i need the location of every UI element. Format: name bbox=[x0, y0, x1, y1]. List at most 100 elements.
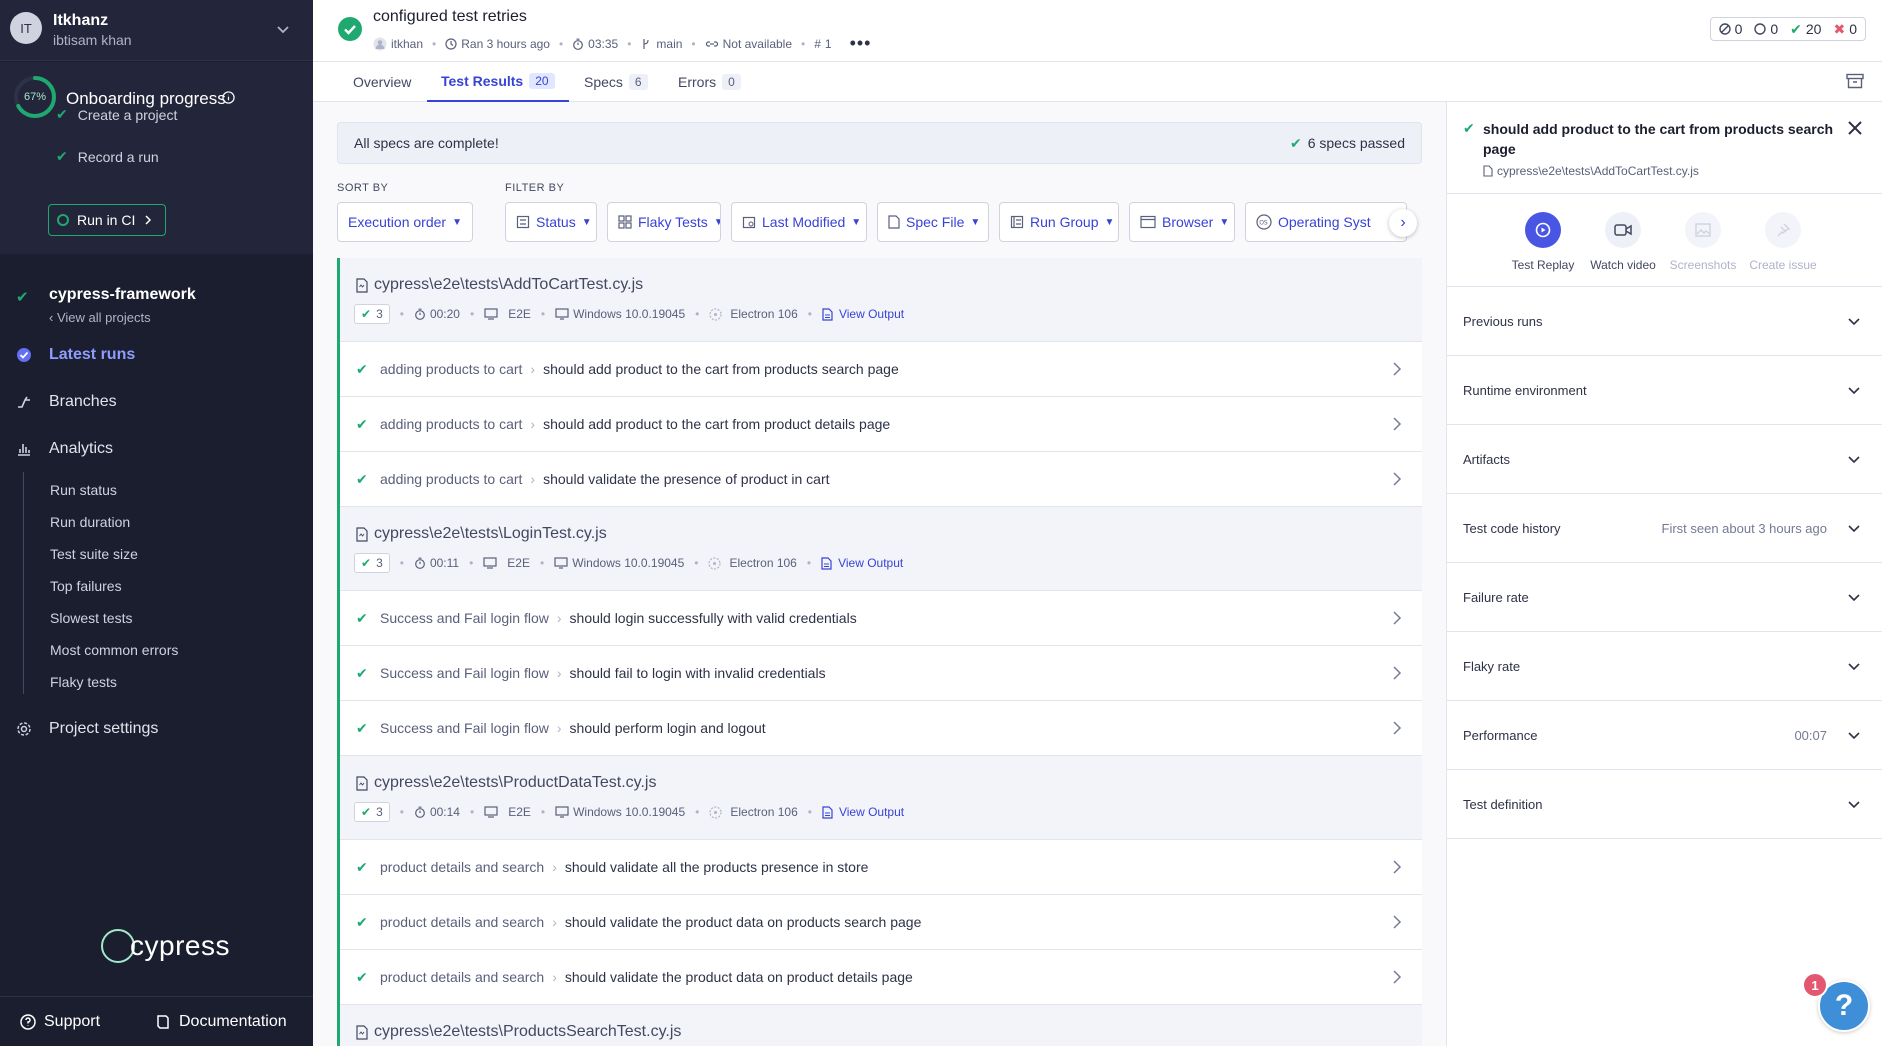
tab-errors[interactable]: Errors 0 bbox=[678, 62, 741, 102]
org-avatar: IT bbox=[10, 12, 42, 44]
filter-operating-system[interactable]: OS Operating Syst bbox=[1245, 202, 1407, 242]
chevron-down-icon[interactable] bbox=[275, 21, 291, 37]
nav-project-settings[interactable]: Project settings bbox=[0, 714, 313, 744]
accordion-label: Test code history bbox=[1463, 520, 1561, 536]
subnav-flaky-tests[interactable]: Flaky tests bbox=[50, 674, 117, 690]
analytics-subnav: Run status Run duration Test suite size … bbox=[23, 472, 283, 694]
test-row[interactable]: ✔ product details and search › should vali… bbox=[340, 950, 1422, 1005]
nav-latest-runs[interactable]: Latest runs bbox=[0, 340, 313, 370]
run-in-ci-button[interactable]: Run in CI bbox=[48, 204, 166, 236]
tab-specs[interactable]: Specs 6 bbox=[584, 62, 648, 102]
info-icon[interactable] bbox=[222, 91, 235, 104]
filter-status[interactable]: Status ▼ bbox=[505, 202, 597, 242]
chevron-down-icon: ▼ bbox=[714, 217, 720, 228]
chevron-right-icon: › bbox=[552, 914, 557, 930]
spec-group[interactable]: cypress\e2e\tests\AddToCartTest.cy.js ✔ 3… bbox=[340, 258, 1422, 342]
filter-spec-file[interactable]: Spec File ▼ bbox=[877, 202, 989, 242]
tab-label: Errors bbox=[678, 74, 717, 90]
run-branch[interactable]: main bbox=[640, 37, 682, 51]
test-row[interactable]: ✔ adding products to cart › should add pro… bbox=[340, 342, 1422, 397]
test-row[interactable]: ✔ Success and Fail login flow › should fai… bbox=[340, 646, 1422, 701]
screenshots-button[interactable]: Screenshots bbox=[1663, 212, 1743, 272]
test-row[interactable]: ✔ adding products to cart › should validat… bbox=[340, 452, 1422, 507]
create-issue-button[interactable]: Create issue bbox=[1743, 212, 1823, 272]
subnav-run-status[interactable]: Run status bbox=[50, 482, 117, 498]
watch-video-button[interactable]: Watch video bbox=[1583, 212, 1663, 272]
test-row[interactable]: ✔ Success and Fail login flow › should per… bbox=[340, 701, 1422, 756]
output-file-icon bbox=[822, 307, 833, 321]
more-options-icon[interactable]: ••• bbox=[850, 33, 872, 54]
test-row[interactable]: ✔ adding products to cart › should add pro… bbox=[340, 397, 1422, 452]
test-title: should login successfully with valid cre… bbox=[569, 610, 857, 626]
accordion-label: Flaky rate bbox=[1463, 658, 1521, 674]
archive-icon[interactable] bbox=[1846, 73, 1864, 89]
filters-scroll-right-button[interactable]: › bbox=[1389, 209, 1417, 237]
help-notification-badge: 1 bbox=[1802, 972, 1828, 998]
check-icon: ✔ bbox=[356, 968, 368, 985]
onboarding-step-create-project[interactable]: ✔ Create a project bbox=[56, 106, 177, 123]
accordion-flaky-rate[interactable]: Flaky rate bbox=[1447, 632, 1882, 701]
subnav-run-duration[interactable]: Run duration bbox=[50, 514, 130, 530]
accordion-previous-runs[interactable]: Previous runs bbox=[1447, 287, 1882, 356]
run-duration: 03:35 bbox=[572, 37, 618, 51]
branch-icon bbox=[16, 394, 32, 410]
view-output-link[interactable]: View Output bbox=[821, 556, 903, 570]
run-group-icon bbox=[1010, 215, 1024, 229]
chevron-right-icon: › bbox=[530, 471, 536, 487]
filter-last-modified[interactable]: Last Modified ▼ bbox=[731, 202, 867, 242]
tab-test-results[interactable]: Test Results 20 bbox=[427, 62, 569, 102]
accordion-test-code-history[interactable]: Test code history First seen about 3 hou… bbox=[1447, 494, 1882, 563]
accordion-failure-rate[interactable]: Failure rate bbox=[1447, 563, 1882, 632]
test-row[interactable]: ✔ Success and Fail login flow › should log… bbox=[340, 591, 1422, 646]
subnav-most-common-errors[interactable]: Most common errors bbox=[50, 642, 178, 658]
subnav-test-suite-size[interactable]: Test suite size bbox=[50, 546, 138, 562]
tab-overview[interactable]: Overview bbox=[353, 62, 411, 102]
run-meta: itkhan • Ran 3 hours ago • 03:35 • main … bbox=[373, 33, 871, 54]
spec-file-name: cypress\e2e\tests\LoginTest.cy.js bbox=[356, 525, 607, 543]
accordion-artifacts[interactable]: Artifacts bbox=[1447, 425, 1882, 494]
chevron-down-icon bbox=[1847, 797, 1861, 811]
nav-analytics[interactable]: Analytics bbox=[0, 434, 313, 464]
spec-group[interactable]: cypress\e2e\tests\ProductDataTest.cy.js … bbox=[340, 756, 1422, 840]
skipped-icon bbox=[1718, 23, 1731, 35]
accordion-runtime-environment[interactable]: Runtime environment bbox=[1447, 356, 1882, 425]
sort-dropdown[interactable]: Execution order ▼ bbox=[337, 202, 473, 242]
check-icon: ✔ bbox=[361, 805, 372, 819]
tab-label: Test Results bbox=[441, 73, 524, 89]
test-row[interactable]: ✔ product details and search › should vali… bbox=[340, 895, 1422, 950]
spec-group[interactable]: cypress\e2e\tests\ProductsSearchTest.cy.… bbox=[340, 1005, 1422, 1046]
check-icon: ✔ bbox=[356, 470, 368, 487]
spec-duration-value: 00:11 bbox=[429, 556, 460, 570]
filter-run-group[interactable]: Run Group ▼ bbox=[999, 202, 1119, 242]
view-all-projects-link[interactable]: ‹ View all projects bbox=[49, 310, 151, 325]
spec-meta: ✔ 3 • 00:11 • E2E • Windows 10.0.19045 • … bbox=[354, 553, 903, 573]
stopwatch-icon bbox=[415, 557, 425, 569]
subnav-top-failures[interactable]: Top failures bbox=[50, 578, 122, 594]
sidebar: IT Itkhanz ibtisam khan 67% Onboarding p… bbox=[0, 0, 313, 1046]
close-icon[interactable] bbox=[1847, 120, 1863, 136]
filter-flaky-tests[interactable]: Flaky Tests ▼ bbox=[607, 202, 721, 242]
support-label: Support bbox=[44, 1012, 101, 1030]
spec-group[interactable]: cypress\e2e\tests\LoginTest.cy.js ✔ 3 • 0… bbox=[340, 507, 1422, 591]
chevron-right-icon bbox=[1392, 416, 1402, 432]
support-link[interactable]: Support bbox=[20, 1013, 100, 1031]
nav-branches[interactable]: Branches bbox=[0, 387, 313, 417]
test-replay-button[interactable]: Test Replay bbox=[1503, 212, 1583, 272]
accordion-performance[interactable]: Performance 00:07 bbox=[1447, 701, 1882, 770]
documentation-link[interactable]: Documentation bbox=[155, 1013, 287, 1031]
subnav-slowest-tests[interactable]: Slowest tests bbox=[50, 610, 132, 626]
test-row[interactable]: ✔ product details and search › should vali… bbox=[340, 840, 1422, 895]
accordion-test-definition[interactable]: Test definition bbox=[1447, 770, 1882, 839]
spec-os: Windows 10.0.19045 bbox=[555, 307, 685, 321]
chevron-right-icon: › bbox=[556, 720, 562, 736]
sidebar-footer: Support Documentation bbox=[0, 996, 313, 1046]
chevron-right-icon bbox=[1392, 969, 1402, 985]
spec-duration-value: 00:14 bbox=[429, 805, 460, 819]
filter-browser[interactable]: Browser ▼ bbox=[1129, 202, 1235, 242]
test-detail-actions: Test Replay Watch video Screenshots Crea… bbox=[1447, 194, 1882, 287]
org-switcher[interactable]: IT Itkhanz ibtisam khan bbox=[0, 0, 313, 61]
view-output-link[interactable]: View Output bbox=[822, 805, 904, 819]
chevron-down-icon: ▼ bbox=[1104, 216, 1115, 228]
view-output-link[interactable]: View Output bbox=[822, 307, 904, 321]
onboarding-step-record-run[interactable]: ✔ Record a run bbox=[56, 148, 159, 165]
